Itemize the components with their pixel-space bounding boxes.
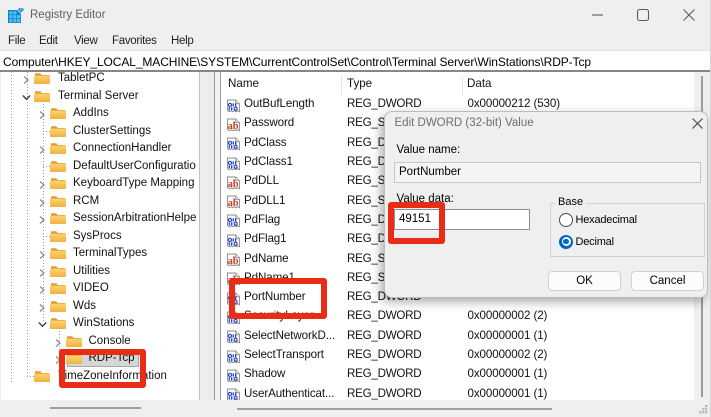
svg-text:ab: ab [228,198,239,209]
svg-text:ab: ab [228,179,239,190]
svg-text:ab: ab [228,121,239,132]
svg-text:ab: ab [228,256,239,267]
